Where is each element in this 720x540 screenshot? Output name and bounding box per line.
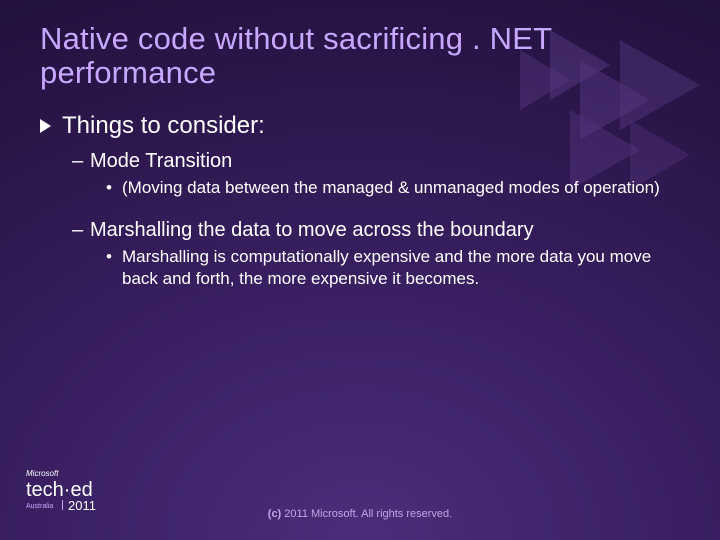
- bullet-level3-text: Marshalling is computationally expensive…: [122, 247, 651, 288]
- bullet-level3: (Moving data between the managed & unman…: [106, 177, 666, 199]
- arrow-icon: [40, 119, 51, 133]
- bullet-level2-text: Marshalling the data to move across the …: [90, 219, 534, 241]
- bullet-level2-text: Mode Transition: [90, 150, 232, 172]
- bullet-level3: Marshalling is computationally expensive…: [106, 246, 666, 290]
- copyright-bold: (c): [268, 508, 281, 520]
- copyright: (c) 2011 Microsoft. All rights reserved.: [0, 508, 720, 520]
- slide-title: Native code without sacrificing . NET pe…: [40, 22, 680, 90]
- bullet-level1: Things to consider:: [40, 112, 680, 140]
- bullet-level2: Marshalling the data to move across the …: [72, 219, 680, 242]
- slide-content: Native code without sacrificing . NET pe…: [0, 0, 720, 540]
- bullet-level2: Mode Transition: [72, 150, 680, 173]
- bullet-group: Marshalling the data to move across the …: [40, 219, 680, 290]
- brand-top-text: Microsoft: [26, 469, 59, 478]
- bullet-level1-text: Things to consider:: [62, 112, 265, 139]
- bullet-level3-text: (Moving data between the managed & unman…: [122, 178, 660, 197]
- copyright-rest: 2011 Microsoft. All rights reserved.: [281, 508, 452, 520]
- brand-logo: Microsoft tech·ed Australia 2011: [26, 466, 126, 514]
- bullet-group: Mode Transition (Moving data between the…: [40, 150, 680, 199]
